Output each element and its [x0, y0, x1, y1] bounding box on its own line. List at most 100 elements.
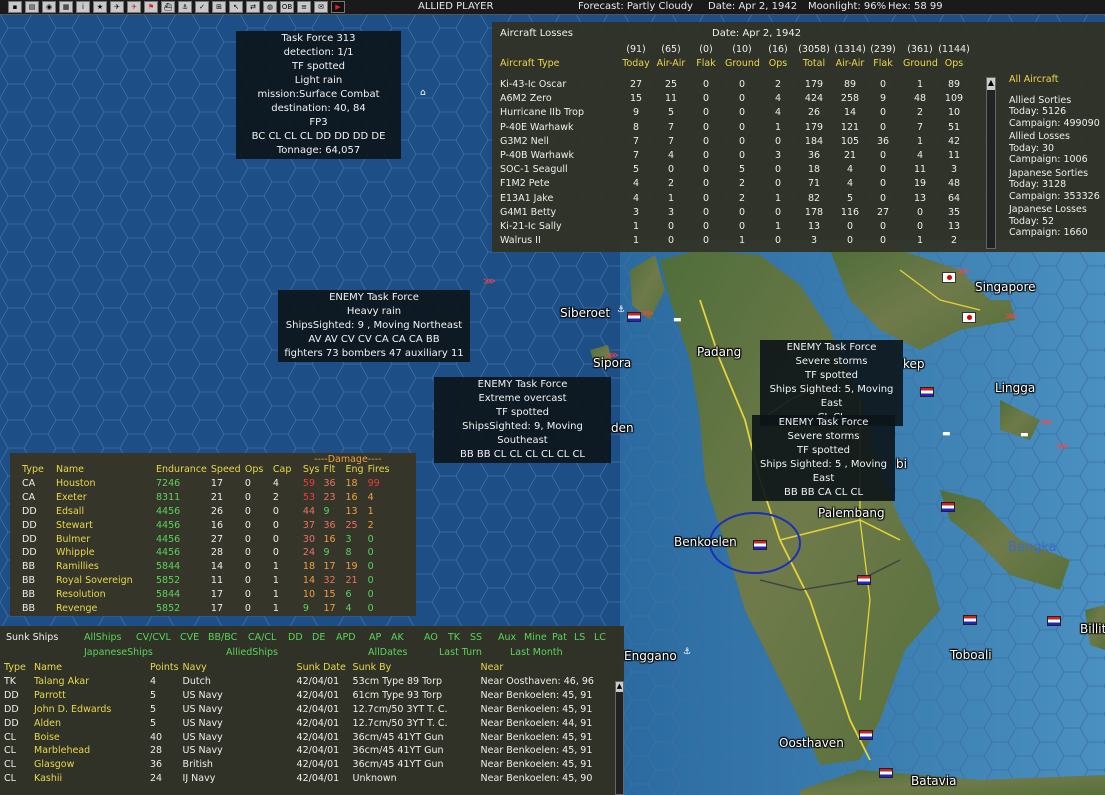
- anchor-marker-icon[interactable]: ⚓: [617, 306, 625, 315]
- allied-ship-icon[interactable]: ▬: [673, 316, 682, 325]
- filter-allships[interactable]: AllShips: [84, 632, 136, 643]
- ship-row[interactable]: BB Revenge 5852 17 0 1 9 17 4 0: [20, 602, 392, 616]
- filter-alldates[interactable]: AllDates: [368, 647, 407, 658]
- sunk-column-header[interactable]: Near: [479, 661, 599, 675]
- dutch-flag-marker[interactable]: [920, 387, 934, 397]
- filter-aux[interactable]: Aux: [498, 632, 524, 643]
- sunk-ship-row[interactable]: CL Glasgow 36 British 42/04/01 36cm/45 41YT G…: [2, 758, 599, 772]
- dutch-flag-marker[interactable]: [753, 540, 767, 550]
- dutch-flag-marker[interactable]: [879, 768, 893, 778]
- dutch-flag-marker[interactable]: [857, 575, 871, 585]
- ship-row[interactable]: CA Exeter 8311 21 0 2 53 23 16 4: [20, 491, 392, 505]
- sunk-ship-row[interactable]: DD John D. Edwards 5 US Navy 42/04/01 12.7cm/…: [2, 703, 599, 717]
- allied-ship-icon[interactable]: ▬: [942, 430, 951, 439]
- mail-icon[interactable]: ✉: [314, 1, 328, 13]
- task-force-313-box[interactable]: Task Force 313 detection: 1/1 TF spotted…: [236, 31, 401, 159]
- ship-row[interactable]: CA Houston 7246 17 0 4 59 36 18 99: [20, 477, 392, 491]
- dutch-flag-marker[interactable]: [859, 730, 873, 740]
- filter-cv-cvl[interactable]: CV/CVL: [136, 632, 180, 643]
- enemy-task-force-box[interactable]: ENEMY Task Force Severe storms TF spotte…: [760, 340, 903, 426]
- file-icon[interactable]: ▤: [25, 1, 39, 13]
- japanese-flag-marker[interactable]: [942, 272, 956, 283]
- sunk-ship-row[interactable]: CL Boise 40 US Navy 42/04/01 36cm/45 41YT Gun…: [2, 731, 599, 745]
- allied-ship-icon[interactable]: ⌂: [420, 89, 426, 98]
- cursor-icon[interactable]: ↖: [229, 1, 243, 13]
- allied-ship-icon[interactable]: ▬: [1020, 431, 1029, 440]
- red-plane-icon[interactable]: ✈: [127, 1, 141, 13]
- anchor-icon[interactable]: ⚓: [178, 1, 192, 13]
- sunk-ship-row[interactable]: TK Talang Akar 4 Dutch 42/04/01 53cm Type 89 …: [2, 675, 599, 689]
- japanese-ship-icon[interactable]: ⋙: [641, 310, 654, 319]
- sunk-ship-row[interactable]: CL Marblehead 28 US Navy 42/04/01 36cm/45 41Y…: [2, 744, 599, 758]
- scroll-up-icon[interactable]: ▲: [987, 78, 995, 90]
- filter-dd[interactable]: DD: [288, 632, 312, 643]
- sunk-column-header[interactable]: Sunk Date: [295, 661, 351, 675]
- filter-bb-bc[interactable]: BB/BC: [208, 632, 248, 643]
- japanese-ship-icon[interactable]: ⋙: [957, 268, 970, 277]
- sunk-ship-row[interactable]: DD Alden 5 US Navy 42/04/01 12.7cm/50 3YT T. …: [2, 717, 599, 731]
- filter-last-month[interactable]: Last Month: [510, 647, 563, 658]
- filter-tk[interactable]: TK: [448, 632, 470, 643]
- enemy-task-force-box[interactable]: ENEMY Task Force Heavy rain ShipsSighted…: [278, 290, 470, 362]
- ship-row[interactable]: BB Ramillies 5844 14 0 1 18 17 19 0: [20, 560, 392, 574]
- sunk-column-header[interactable]: Sunk By: [351, 661, 479, 675]
- japanese-flag-marker[interactable]: [962, 312, 976, 323]
- dutch-flag-marker[interactable]: [1047, 616, 1061, 626]
- airfield-icon[interactable]: ⊞: [212, 1, 226, 13]
- japanese-ship-icon[interactable]: ⋙: [1005, 313, 1018, 322]
- enemy-task-force-box[interactable]: ENEMY Task Force Severe storms TF spotte…: [752, 415, 895, 501]
- japanese-ship-icon[interactable]: ⋙: [606, 352, 619, 361]
- info-icon[interactable]: i: [76, 1, 90, 13]
- filter-ss[interactable]: SS: [470, 632, 498, 643]
- ob-icon[interactable]: OB: [280, 1, 294, 13]
- ship-row[interactable]: DD Stewart 4456 16 0 0 37 36 25 2: [20, 519, 392, 533]
- filter-last-turn[interactable]: Last Turn: [439, 647, 482, 658]
- star-icon[interactable]: ★: [93, 1, 107, 13]
- dutch-flag-marker[interactable]: [627, 312, 641, 322]
- filter-ca-cl[interactable]: CA/CL: [248, 632, 288, 643]
- globe-icon[interactable]: ◍: [263, 1, 277, 13]
- dutch-flag-marker[interactable]: [963, 615, 977, 625]
- ship-row[interactable]: DD Edsall 4456 26 0 0 44 9 13 1: [20, 505, 392, 519]
- enemy-task-force-box[interactable]: ENEMY Task Force Extreme overcast TF spo…: [434, 377, 611, 463]
- filter-cve[interactable]: CVE: [180, 632, 208, 643]
- japanese-ship-icon[interactable]: ⋙: [1056, 443, 1069, 452]
- sunk-ships-scrollbar[interactable]: ▲: [615, 681, 624, 795]
- sunk-column-header[interactable]: Type: [2, 661, 32, 675]
- filter-pat[interactable]: Pat: [552, 632, 574, 643]
- ship-row[interactable]: BB Resolution 5844 17 0 1 10 15 6 0: [20, 588, 392, 602]
- japanese-ship-icon[interactable]: ⋙: [483, 278, 496, 287]
- flag-icon[interactable]: ⚑: [144, 1, 158, 13]
- filter-alliedships[interactable]: AlliedShips: [226, 647, 278, 658]
- anchor-marker-icon[interactable]: ⚓: [683, 648, 691, 657]
- sunk-column-header[interactable]: Navy: [181, 661, 295, 675]
- sunk-column-header[interactable]: Name: [32, 661, 148, 675]
- filter-ak[interactable]: AK: [391, 632, 424, 643]
- filter-lc[interactable]: LC: [594, 632, 614, 643]
- end-turn-icon[interactable]: ▶: [331, 1, 345, 13]
- sunk-ship-row[interactable]: DD Parrott 5 US Navy 42/04/01 61cm Type 93 To…: [2, 689, 599, 703]
- dutch-flag-marker[interactable]: [941, 502, 955, 512]
- ship-row[interactable]: DD Whipple 4456 28 0 0 24 9 8 0: [20, 546, 392, 560]
- filter-japaneseships[interactable]: JapaneseShips: [84, 647, 153, 658]
- arrows-icon[interactable]: ⇄: [246, 1, 260, 13]
- filter-ao[interactable]: AO: [424, 632, 448, 643]
- map-icon[interactable]: ▦: [59, 1, 73, 13]
- ship-row[interactable]: BB Royal Sovereign 5852 11 0 1 14 32 21 0: [20, 574, 392, 588]
- filter-ap[interactable]: AP: [369, 632, 391, 643]
- report-icon[interactable]: ≡: [297, 1, 311, 13]
- filter-apd[interactable]: APD: [336, 632, 369, 643]
- filter-de[interactable]: DE: [312, 632, 336, 643]
- ship-icon[interactable]: ⛴: [161, 1, 175, 13]
- filter-ls[interactable]: LS: [574, 632, 594, 643]
- ship-row[interactable]: DD Bulmer 4456 27 0 0 30 16 3 0: [20, 533, 392, 547]
- japanese-ship-icon[interactable]: ⋙: [1040, 419, 1053, 428]
- save-icon[interactable]: ▪: [8, 1, 22, 13]
- check-icon[interactable]: ✓: [195, 1, 209, 13]
- all-aircraft-link[interactable]: All Aircraft: [1009, 74, 1101, 86]
- sunk-ship-row[interactable]: CL Kashii 24 IJ Navy 42/04/01 Unknown Near Ben…: [2, 772, 599, 786]
- aircraft-scrollbar[interactable]: ▲: [986, 77, 996, 249]
- plane-icon[interactable]: ✈: [110, 1, 124, 13]
- camera-icon[interactable]: ◉: [42, 1, 56, 13]
- sunk-column-header[interactable]: Points: [148, 661, 181, 675]
